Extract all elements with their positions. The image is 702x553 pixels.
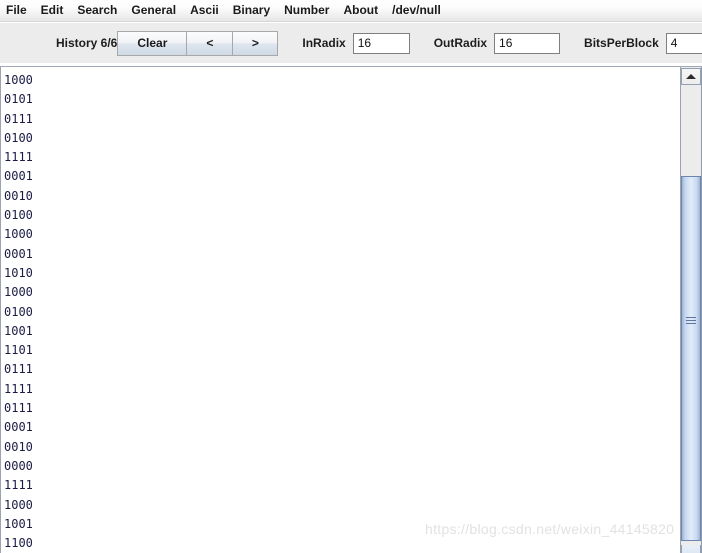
editor-line: 0100 bbox=[4, 304, 33, 319]
history-button-group: Clear < > bbox=[117, 30, 279, 56]
inradix-label: InRadix bbox=[302, 36, 346, 50]
editor-line: 0100 bbox=[4, 130, 33, 145]
menu-item-edit[interactable]: Edit bbox=[34, 1, 71, 20]
editor-line: 0010 bbox=[4, 188, 33, 203]
menu-item-binary[interactable]: Binary bbox=[226, 1, 277, 20]
history-next-button[interactable]: > bbox=[232, 30, 279, 56]
history-prev-button[interactable]: < bbox=[186, 30, 233, 56]
binary-text-area[interactable]: 1000 0101 0111 0100 1111 0001 0010 0100 1000 0001… bbox=[0, 67, 672, 553]
menu-item-general[interactable]: General bbox=[124, 1, 183, 20]
outradix-input[interactable]: 16 bbox=[494, 32, 561, 54]
editor-line: 1000 bbox=[4, 73, 33, 87]
application-window: File Edit Search General Ascii Binary Nu… bbox=[0, 0, 702, 553]
editor-line: 1001 bbox=[4, 516, 33, 531]
toolbar-controls: History 6/6 Clear < > InRadix 16 OutRadi… bbox=[56, 30, 702, 56]
editor-line: 1010 bbox=[4, 265, 33, 280]
inradix-input[interactable]: 16 bbox=[352, 32, 410, 54]
editor-line: 0111 bbox=[4, 401, 33, 416]
editor-line: 1000 bbox=[4, 227, 33, 242]
menu-item-about[interactable]: About bbox=[336, 1, 385, 20]
editor-line: 0010 bbox=[4, 439, 33, 454]
bitsperblock-label: BitsPerBlock bbox=[584, 36, 659, 50]
editor-line: 0100 bbox=[4, 208, 33, 223]
menu-item-file[interactable]: File bbox=[0, 1, 34, 20]
bitsperblock-input[interactable]: 4 bbox=[665, 32, 702, 54]
grip-lines-icon bbox=[686, 317, 696, 324]
editor-line: 0001 bbox=[4, 169, 33, 184]
menu-item-ascii[interactable]: Ascii bbox=[183, 1, 226, 20]
editor-line: 1111 bbox=[4, 478, 33, 493]
editor-area: 1000 0101 0111 0100 1111 0001 0010 0100 1000 0001… bbox=[0, 66, 702, 553]
menu-item-search[interactable]: Search bbox=[70, 1, 124, 20]
history-counter-label: History 6/6 bbox=[56, 36, 118, 50]
editor-line: 1101 bbox=[4, 343, 33, 358]
editor-line: 1111 bbox=[4, 381, 33, 396]
triangle-up-icon bbox=[686, 74, 696, 79]
editor-line: 0111 bbox=[4, 362, 33, 377]
outradix-label: OutRadix bbox=[433, 36, 488, 50]
editor-line: 1000 bbox=[4, 497, 33, 512]
menu-bar: File Edit Search General Ascii Binary Nu… bbox=[0, 0, 702, 22]
scrollbar-bottom-cap bbox=[681, 545, 701, 553]
editor-line: 1111 bbox=[4, 150, 33, 165]
editor-line: 1000 bbox=[4, 285, 33, 300]
editor-line: 0101 bbox=[4, 92, 33, 107]
editor-line: 0111 bbox=[4, 111, 33, 126]
editor-line: 1001 bbox=[4, 323, 33, 338]
vertical-scrollbar[interactable] bbox=[672, 67, 702, 553]
editor-line: 0001 bbox=[4, 246, 33, 261]
scrollbar-thumb[interactable] bbox=[681, 176, 701, 541]
editor-line: 0001 bbox=[4, 420, 33, 435]
toolbar: History 6/6 Clear < > InRadix 16 OutRadi… bbox=[0, 23, 702, 63]
clear-button[interactable]: Clear bbox=[117, 30, 187, 56]
editor-line: 0000 bbox=[4, 458, 33, 473]
menu-item-dev-null[interactable]: /dev/null bbox=[385, 1, 448, 20]
scroll-up-button[interactable] bbox=[681, 68, 701, 85]
editor-line: 1100 bbox=[4, 536, 33, 551]
menu-item-number[interactable]: Number bbox=[277, 1, 336, 20]
